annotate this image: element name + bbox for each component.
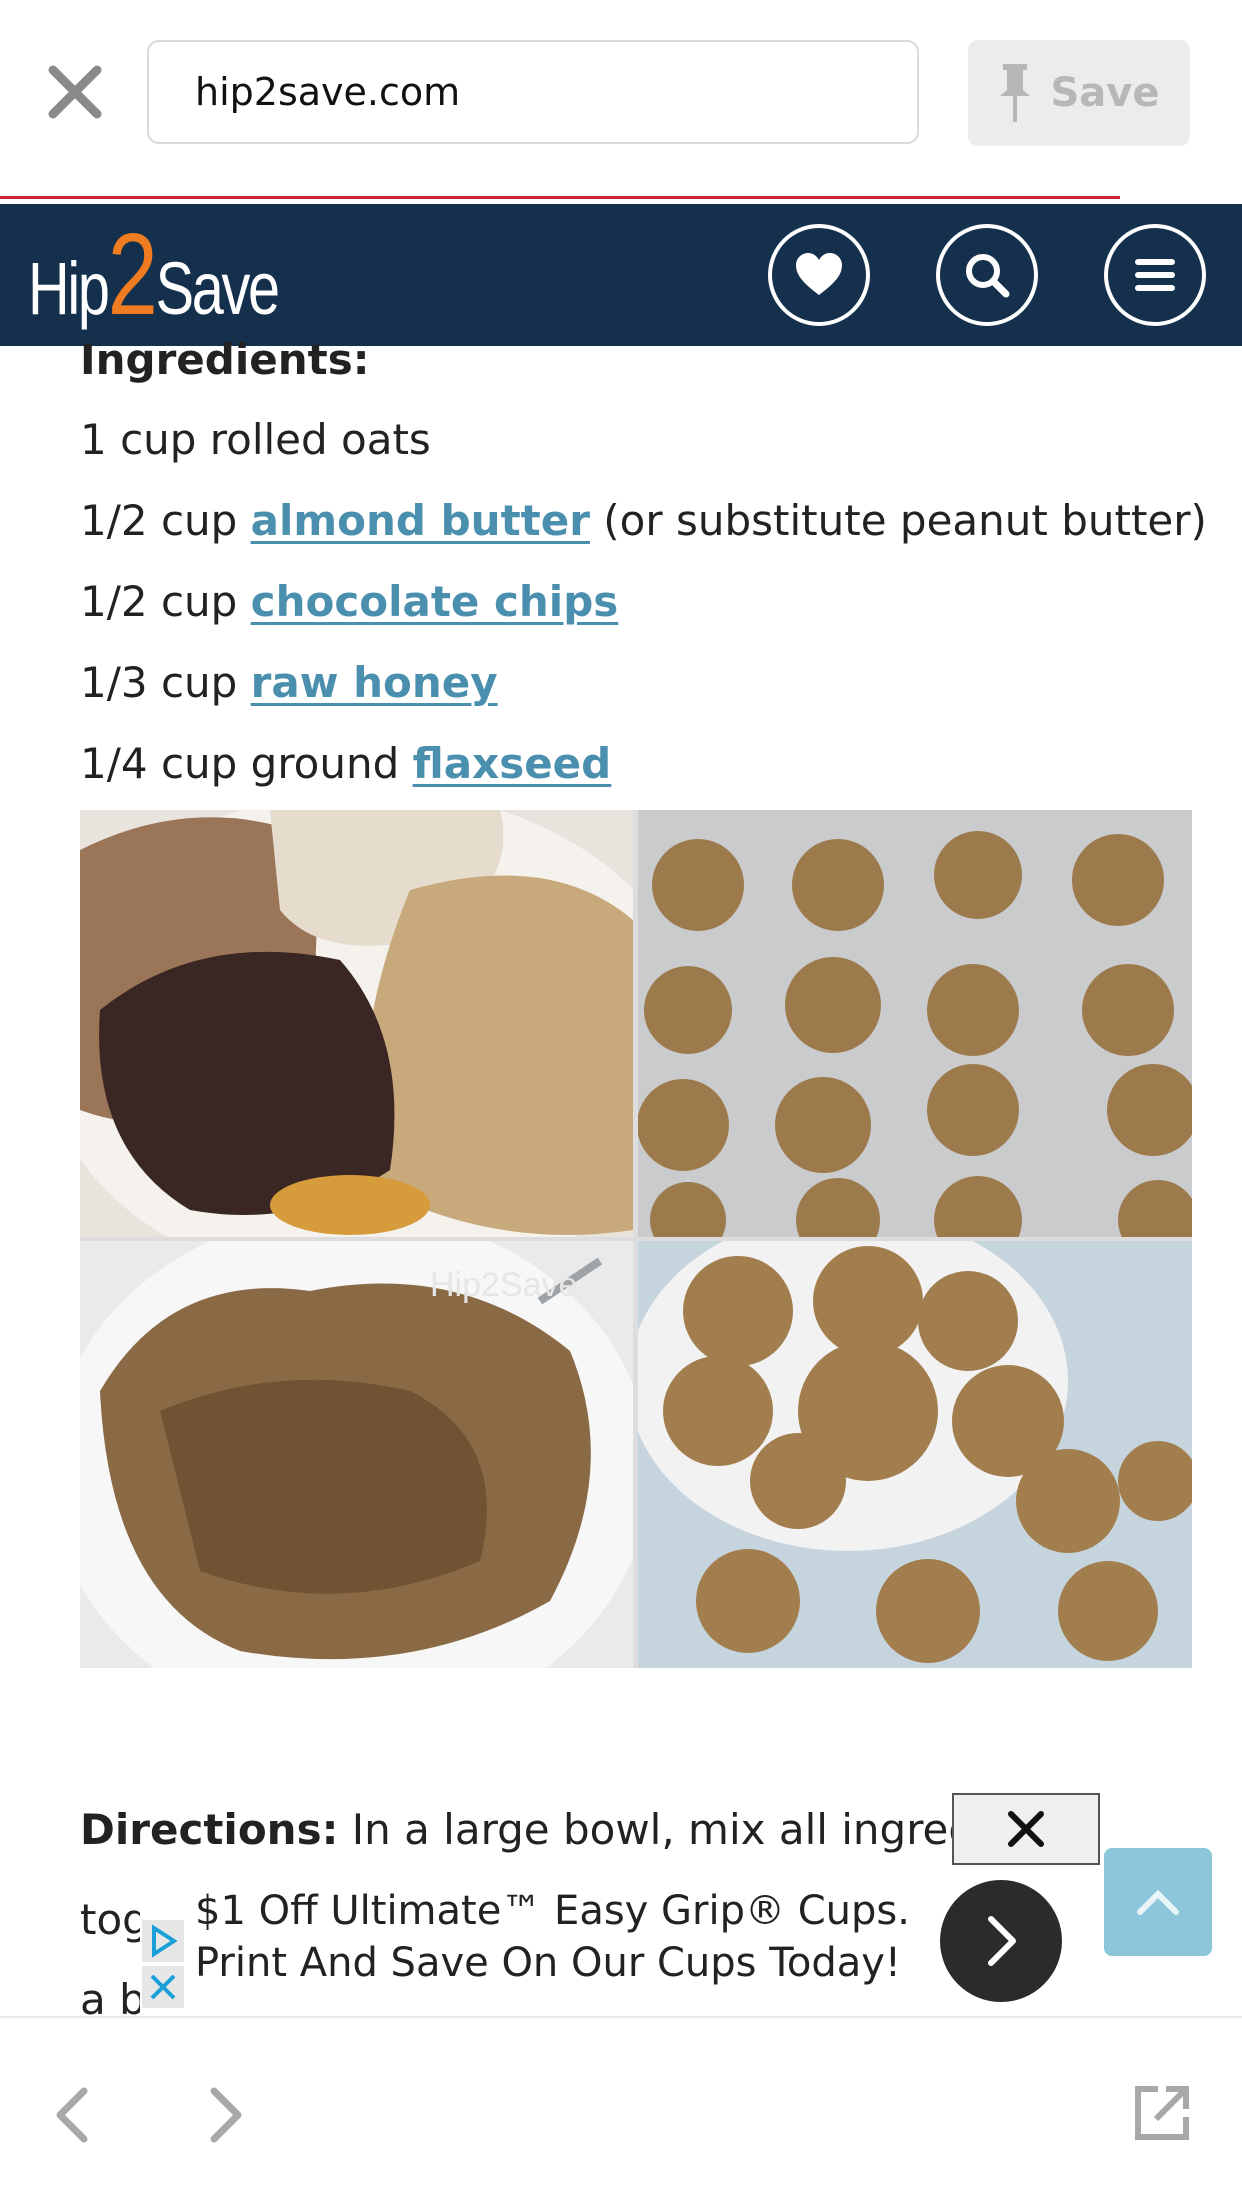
ad-open-button[interactable]	[940, 1880, 1062, 2002]
ingredient-text: 1/3 cup	[80, 658, 251, 707]
logo-text-save: Save	[155, 247, 281, 330]
close-icon	[1008, 1811, 1044, 1847]
directions-body: In a large bowl, mix all ingredi	[338, 1805, 987, 1854]
chevron-right-icon	[210, 2087, 242, 2143]
external-link-icon	[1135, 2086, 1189, 2140]
url-field[interactable]: hip2save.com	[147, 40, 919, 144]
pin-icon	[1000, 64, 1031, 122]
recipe-photo-collage[interactable]: Hip2Save	[80, 810, 1192, 1668]
close-icon[interactable]	[45, 62, 105, 122]
page-load-progress	[0, 196, 1120, 199]
search-icon	[966, 254, 1010, 298]
logo-text-hip: Hip	[28, 247, 110, 330]
favorites-button[interactable]	[768, 224, 870, 326]
heart-icon	[796, 253, 842, 295]
ingredient-item: 1 cup rolled oats	[80, 415, 431, 464]
adchoices-icon[interactable]	[142, 1920, 184, 1962]
save-button[interactable]: Save	[968, 40, 1190, 146]
ad-dismiss-icon[interactable]	[142, 1966, 184, 2008]
ad-close-button[interactable]	[952, 1793, 1100, 1865]
chevron-up-icon	[1137, 1889, 1179, 1915]
ingredient-link-raw-honey[interactable]: raw honey	[251, 658, 498, 707]
site-logo[interactable]: Hip2Save	[28, 215, 348, 333]
ad-subline[interactable]: Print And Save On Our Cups Today!	[195, 1940, 901, 1986]
photo-ingredients-bowl	[80, 810, 633, 1237]
search-button[interactable]	[936, 224, 1038, 326]
ingredient-item: 1/2 cup chocolate chips	[80, 577, 618, 626]
ingredient-item: 1/2 cup almond butter (or substitute pea…	[80, 496, 1207, 545]
menu-button[interactable]	[1104, 224, 1206, 326]
browser-bottom-toolbar	[0, 2016, 1242, 2210]
save-label: Save	[1050, 70, 1160, 116]
open-external-button[interactable]	[1132, 2083, 1192, 2143]
directions-text: Directions: In a large bowl, mix all ing…	[80, 1805, 987, 1854]
scroll-to-top-button[interactable]	[1104, 1848, 1212, 1956]
ingredient-text: 1/2 cup	[80, 577, 251, 626]
ingredient-note: (or substitute peanut butter)	[589, 496, 1207, 545]
ad-headline[interactable]: $1 Off Ultimate™ Easy Grip® Cups.	[195, 1888, 910, 1934]
ingredient-text: 1 cup rolled oats	[80, 415, 431, 464]
chevron-left-icon	[56, 2087, 88, 2143]
photo-watermark: Hip2Save	[430, 1266, 578, 1304]
chevron-right-icon	[988, 1916, 1016, 1966]
directions-text-fragment: tog	[80, 1895, 149, 1944]
ingredient-link-almond-butter[interactable]: almond butter	[251, 496, 590, 545]
back-button[interactable]	[48, 2085, 98, 2145]
photo-energy-bites-bowl	[638, 1241, 1192, 1668]
directions-label: Directions:	[80, 1805, 339, 1854]
ingredient-item: 1/3 cup raw honey	[80, 658, 498, 707]
ingredient-text: 1/2 cup	[80, 496, 251, 545]
logo-text-2: 2	[107, 209, 158, 339]
photo-energy-bites-tray	[638, 810, 1192, 1237]
hamburger-icon	[1135, 259, 1175, 291]
ingredient-link-chocolate-chips[interactable]: chocolate chips	[251, 577, 619, 626]
ingredient-text: 1/4 cup ground	[80, 739, 413, 788]
ingredients-heading: Ingredients:	[80, 335, 370, 384]
forward-button[interactable]	[200, 2085, 250, 2145]
photo-mixed-dough: Hip2Save	[80, 1241, 633, 1668]
ingredient-link-flaxseed[interactable]: flaxseed	[413, 739, 612, 788]
ingredient-item: 1/4 cup ground flaxseed	[80, 739, 611, 788]
